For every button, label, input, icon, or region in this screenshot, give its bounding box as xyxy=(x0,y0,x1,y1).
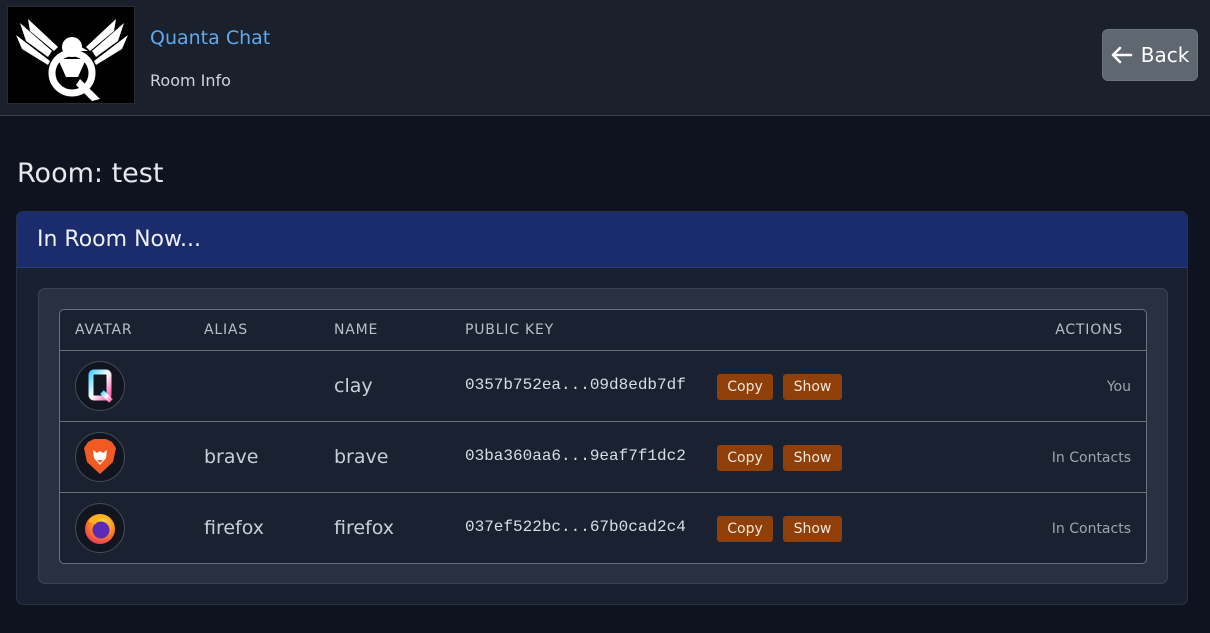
column-header-alias: ALIAS xyxy=(204,322,248,338)
name-cell: firefox xyxy=(334,517,395,539)
eagle-logo-icon[interactable] xyxy=(7,6,135,104)
brave-lion-icon[interactable] xyxy=(75,432,125,482)
firefox-icon[interactable] xyxy=(75,503,125,553)
panel-header: In Room Now... xyxy=(17,212,1187,268)
app-title[interactable]: Quanta Chat xyxy=(150,27,270,49)
page-subtitle: Room Info xyxy=(150,71,231,90)
public-key-cell: 0357b752ea...09d8edb7df xyxy=(465,376,686,394)
arrow-left-icon xyxy=(1111,46,1133,64)
app-header: Quanta Chat Room Info Back xyxy=(0,0,1210,116)
name-cell: brave xyxy=(334,446,389,468)
action-status: In Contacts xyxy=(1051,450,1131,466)
show-key-button[interactable]: Show xyxy=(783,516,842,542)
members-container: AVATAR ALIAS NAME PUBLIC KEY ACTIONS cla… xyxy=(38,288,1168,584)
column-header-name: NAME xyxy=(334,322,379,338)
copy-key-button[interactable]: Copy xyxy=(717,445,773,471)
name-cell: clay xyxy=(334,375,373,397)
table-header: AVATAR ALIAS NAME PUBLIC KEY ACTIONS xyxy=(60,310,1146,351)
public-key-cell: 037ef522bc...67b0cad2c4 xyxy=(465,518,686,536)
public-key-cell: 03ba360aa6...9eaf7f1dc2 xyxy=(465,447,686,465)
alias-cell: firefox xyxy=(204,517,265,539)
column-header-avatar: AVATAR xyxy=(75,322,133,338)
action-status: You xyxy=(1106,379,1131,395)
panel-title: In Room Now... xyxy=(37,227,201,252)
table-row: firefox firefox 037ef522bc...67b0cad2c4 … xyxy=(60,493,1146,563)
table-row: brave brave 03ba360aa6...9eaf7f1dc2 Copy… xyxy=(60,422,1146,493)
back-button[interactable]: Back xyxy=(1102,29,1198,81)
show-key-button[interactable]: Show xyxy=(783,445,842,471)
column-header-public-key: PUBLIC KEY xyxy=(465,322,555,338)
column-header-actions: ACTIONS xyxy=(1055,322,1123,338)
show-key-button[interactable]: Show xyxy=(783,374,842,400)
back-button-label: Back xyxy=(1140,43,1190,67)
members-table: AVATAR ALIAS NAME PUBLIC KEY ACTIONS cla… xyxy=(59,309,1147,564)
room-title: Room: test xyxy=(17,158,164,189)
table-row: clay 0357b752ea...09d8edb7df Copy Show Y… xyxy=(60,351,1146,422)
q-avatar-icon[interactable] xyxy=(75,361,125,411)
copy-key-button[interactable]: Copy xyxy=(717,374,773,400)
copy-key-button[interactable]: Copy xyxy=(717,516,773,542)
in-room-panel: In Room Now... AVATAR ALIAS NAME PUBLIC … xyxy=(16,211,1188,605)
action-status: In Contacts xyxy=(1051,521,1131,537)
alias-cell: brave xyxy=(204,446,259,468)
